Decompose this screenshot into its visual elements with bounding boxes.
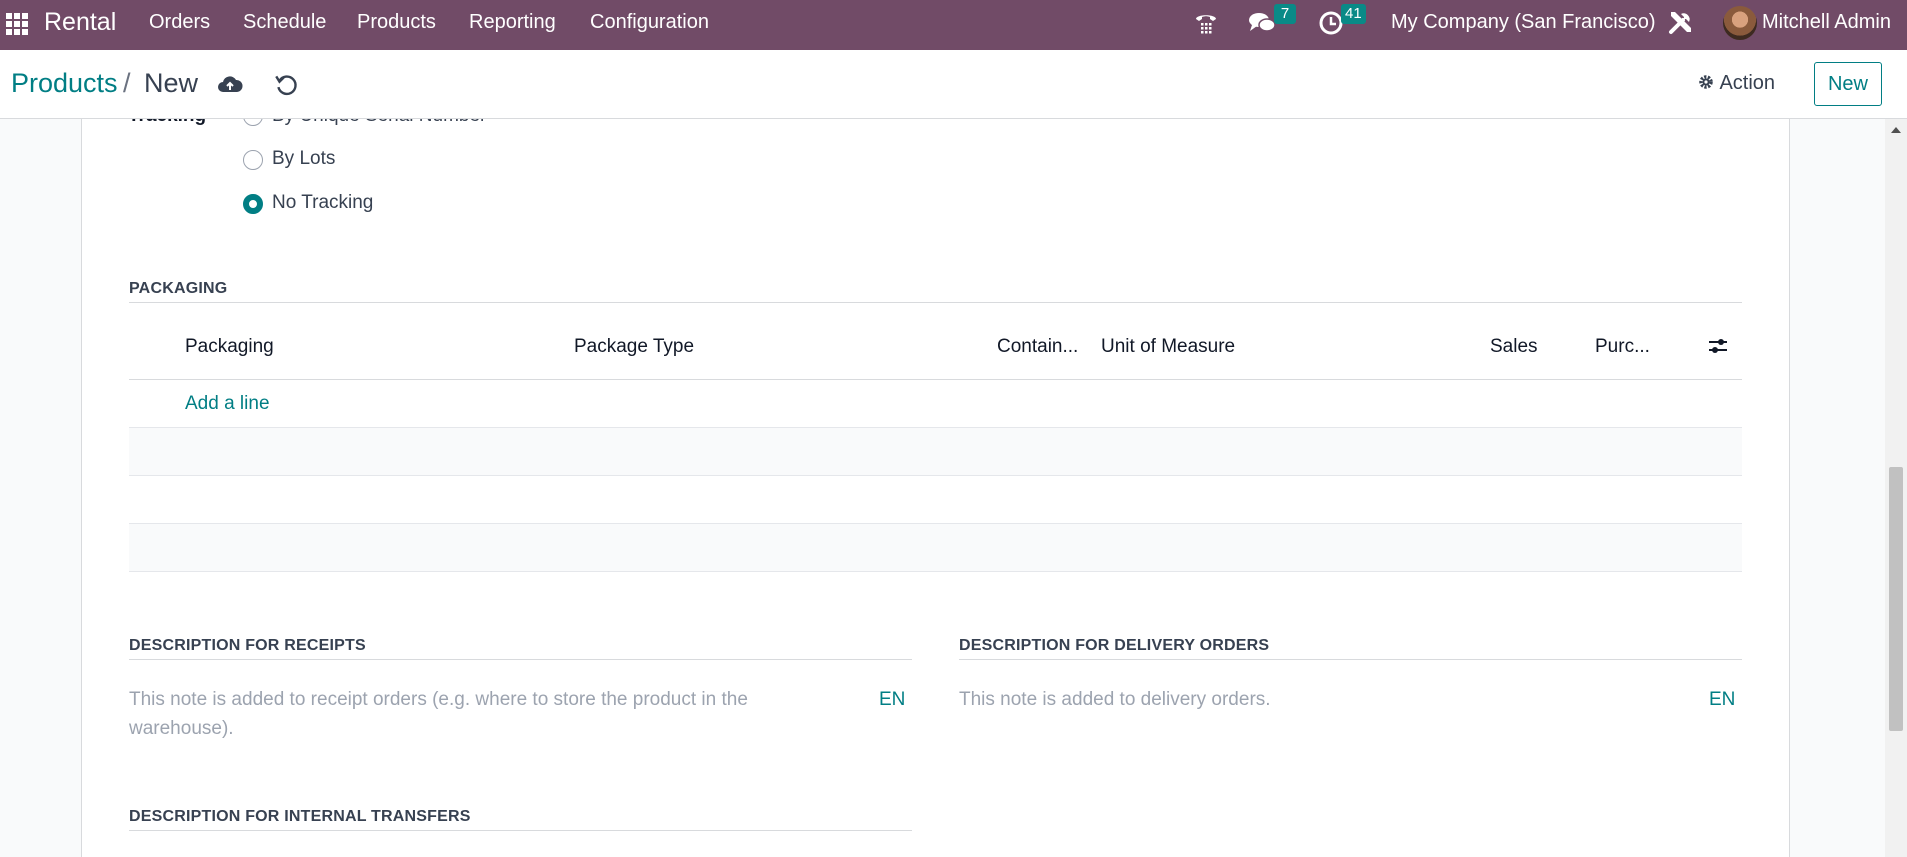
- packaging-table-header: Packaging Package Type Contain... Unit o…: [129, 311, 1742, 380]
- radio-no-tracking[interactable]: [243, 194, 263, 214]
- receipts-lang-button[interactable]: EN: [879, 689, 905, 711]
- packaging-table: Packaging Package Type Contain... Unit o…: [129, 311, 1742, 572]
- internal-section-title: DESCRIPTION FOR INTERNAL TRANSFERS: [129, 808, 471, 825]
- col-purchase[interactable]: Purc...: [1595, 336, 1650, 358]
- receipts-note-field[interactable]: This note is added to receipt orders (e.…: [129, 685, 829, 743]
- form-sheet: Tracking By Unique Serial Number By Lots…: [81, 119, 1790, 857]
- delivery-divider: [959, 659, 1742, 660]
- menu-reporting[interactable]: Reporting: [469, 11, 556, 34]
- activities-badge: 41: [1341, 4, 1366, 24]
- radio-lots-label[interactable]: By Lots: [272, 148, 335, 170]
- col-contained-quantity[interactable]: Contain...: [997, 336, 1078, 358]
- breadcrumb-separator: /: [123, 68, 131, 98]
- save-cloud-icon[interactable]: [217, 72, 243, 98]
- top-navbar: Rental Orders Schedule Products Reportin…: [0, 0, 1907, 50]
- col-packaging[interactable]: Packaging: [185, 336, 274, 358]
- receipts-section-title: DESCRIPTION FOR RECEIPTS: [129, 637, 366, 654]
- delivery-section-title: DESCRIPTION FOR DELIVERY ORDERS: [959, 637, 1270, 654]
- radio-serial-label[interactable]: By Unique Serial Number: [272, 119, 486, 127]
- gear-icon: [1699, 75, 1713, 89]
- debug-tools-icon[interactable]: [1667, 8, 1695, 36]
- table-row: Add a line: [129, 380, 1742, 428]
- tracking-label: Tracking: [128, 119, 206, 127]
- discard-undo-icon[interactable]: [273, 72, 299, 98]
- radio-no-tracking-label[interactable]: No Tracking: [272, 192, 373, 214]
- col-package-type[interactable]: Package Type: [574, 336, 694, 358]
- messages-icon[interactable]: [1248, 11, 1276, 35]
- breadcrumb-products[interactable]: Products: [11, 68, 118, 99]
- apps-menu-icon[interactable]: [6, 13, 28, 35]
- col-sales[interactable]: Sales: [1490, 336, 1538, 358]
- menu-products[interactable]: Products: [357, 11, 436, 34]
- internal-divider: [129, 830, 912, 831]
- table-row: [129, 476, 1742, 524]
- menu-configuration[interactable]: Configuration: [590, 11, 709, 34]
- scroll-up-arrow-icon[interactable]: [1891, 127, 1901, 133]
- receipts-divider: [129, 659, 912, 660]
- packaging-section-title: PACKAGING: [129, 280, 228, 297]
- optional-columns-icon[interactable]: [1707, 335, 1729, 357]
- user-menu[interactable]: Mitchell Admin: [1762, 11, 1891, 34]
- company-switcher[interactable]: My Company (San Francisco): [1391, 11, 1656, 34]
- action-label: Action: [1719, 72, 1776, 94]
- radio-lots[interactable]: [243, 150, 263, 170]
- user-avatar[interactable]: [1723, 6, 1757, 40]
- table-row: [129, 428, 1742, 476]
- menu-orders[interactable]: Orders: [149, 11, 210, 34]
- action-menu-button[interactable]: Action: [1697, 72, 1775, 95]
- page-scrollbar[interactable]: [1885, 119, 1907, 857]
- scrollbar-thumb[interactable]: [1889, 467, 1903, 731]
- radio-serial[interactable]: [243, 119, 263, 126]
- new-button[interactable]: New: [1814, 62, 1882, 106]
- packaging-divider: [129, 302, 1742, 303]
- phone-icon[interactable]: [1193, 10, 1219, 36]
- breadcrumb-current: New: [144, 68, 199, 98]
- menu-schedule[interactable]: Schedule: [243, 11, 326, 34]
- col-unit-of-measure[interactable]: Unit of Measure: [1101, 336, 1235, 358]
- delivery-note-field[interactable]: This note is added to delivery orders.: [959, 685, 1659, 714]
- delivery-lang-button[interactable]: EN: [1709, 689, 1735, 711]
- table-row: [129, 524, 1742, 572]
- add-line-link[interactable]: Add a line: [185, 393, 270, 415]
- messages-badge: 7: [1274, 4, 1296, 24]
- control-panel: Products / New Action New: [0, 50, 1907, 119]
- app-brand[interactable]: Rental: [44, 8, 116, 37]
